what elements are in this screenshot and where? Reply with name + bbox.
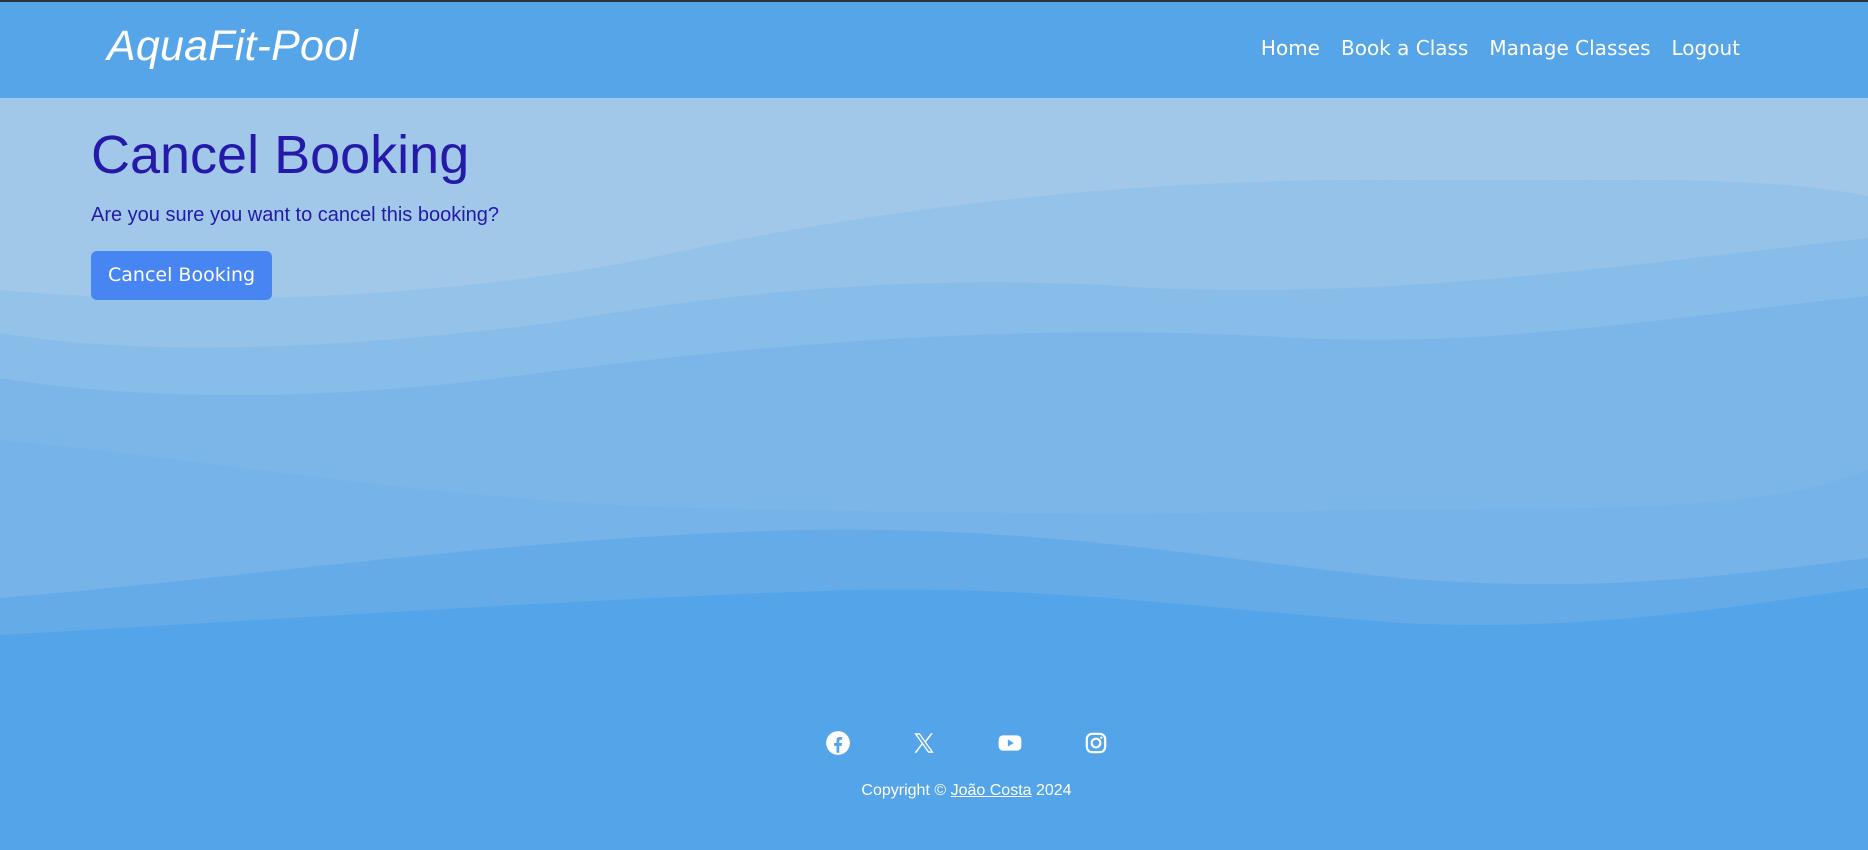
facebook-icon[interactable] <box>825 730 851 756</box>
footer: Copyright © João Costa 2024 <box>0 730 1868 800</box>
window-top-border <box>0 0 1868 2</box>
nav-link-logout[interactable]: Logout <box>1672 36 1740 60</box>
nav-link-manage-classes[interactable]: Manage Classes <box>1489 36 1650 60</box>
social-links <box>65 730 1868 756</box>
brand-logo[interactable]: AquaFit-Pool <box>107 22 358 71</box>
youtube-icon[interactable] <box>997 730 1023 756</box>
instagram-icon[interactable] <box>1083 730 1109 756</box>
x-icon[interactable] <box>911 730 937 756</box>
copyright: Copyright © João Costa 2024 <box>65 782 1868 800</box>
copyright-year: 2024 <box>1035 782 1072 799</box>
confirmation-prompt: Are you sure you want to cancel this boo… <box>91 204 500 226</box>
nav-link-book-class[interactable]: Book a Class <box>1341 36 1468 60</box>
cancel-booking-button[interactable]: Cancel Booking <box>91 251 273 300</box>
navbar: AquaFit-Pool Home Book a Class Manage Cl… <box>0 0 1868 98</box>
nav-links: Home Book a Class Manage Classes Logout <box>1261 36 1740 60</box>
page-title: Cancel Booking <box>91 125 470 185</box>
main-content: Cancel Booking Are you sure you want to … <box>91 124 499 300</box>
nav-link-home[interactable]: Home <box>1261 36 1320 60</box>
author-link[interactable]: João Costa <box>951 782 1032 799</box>
copyright-prefix: Copyright © <box>861 782 947 799</box>
